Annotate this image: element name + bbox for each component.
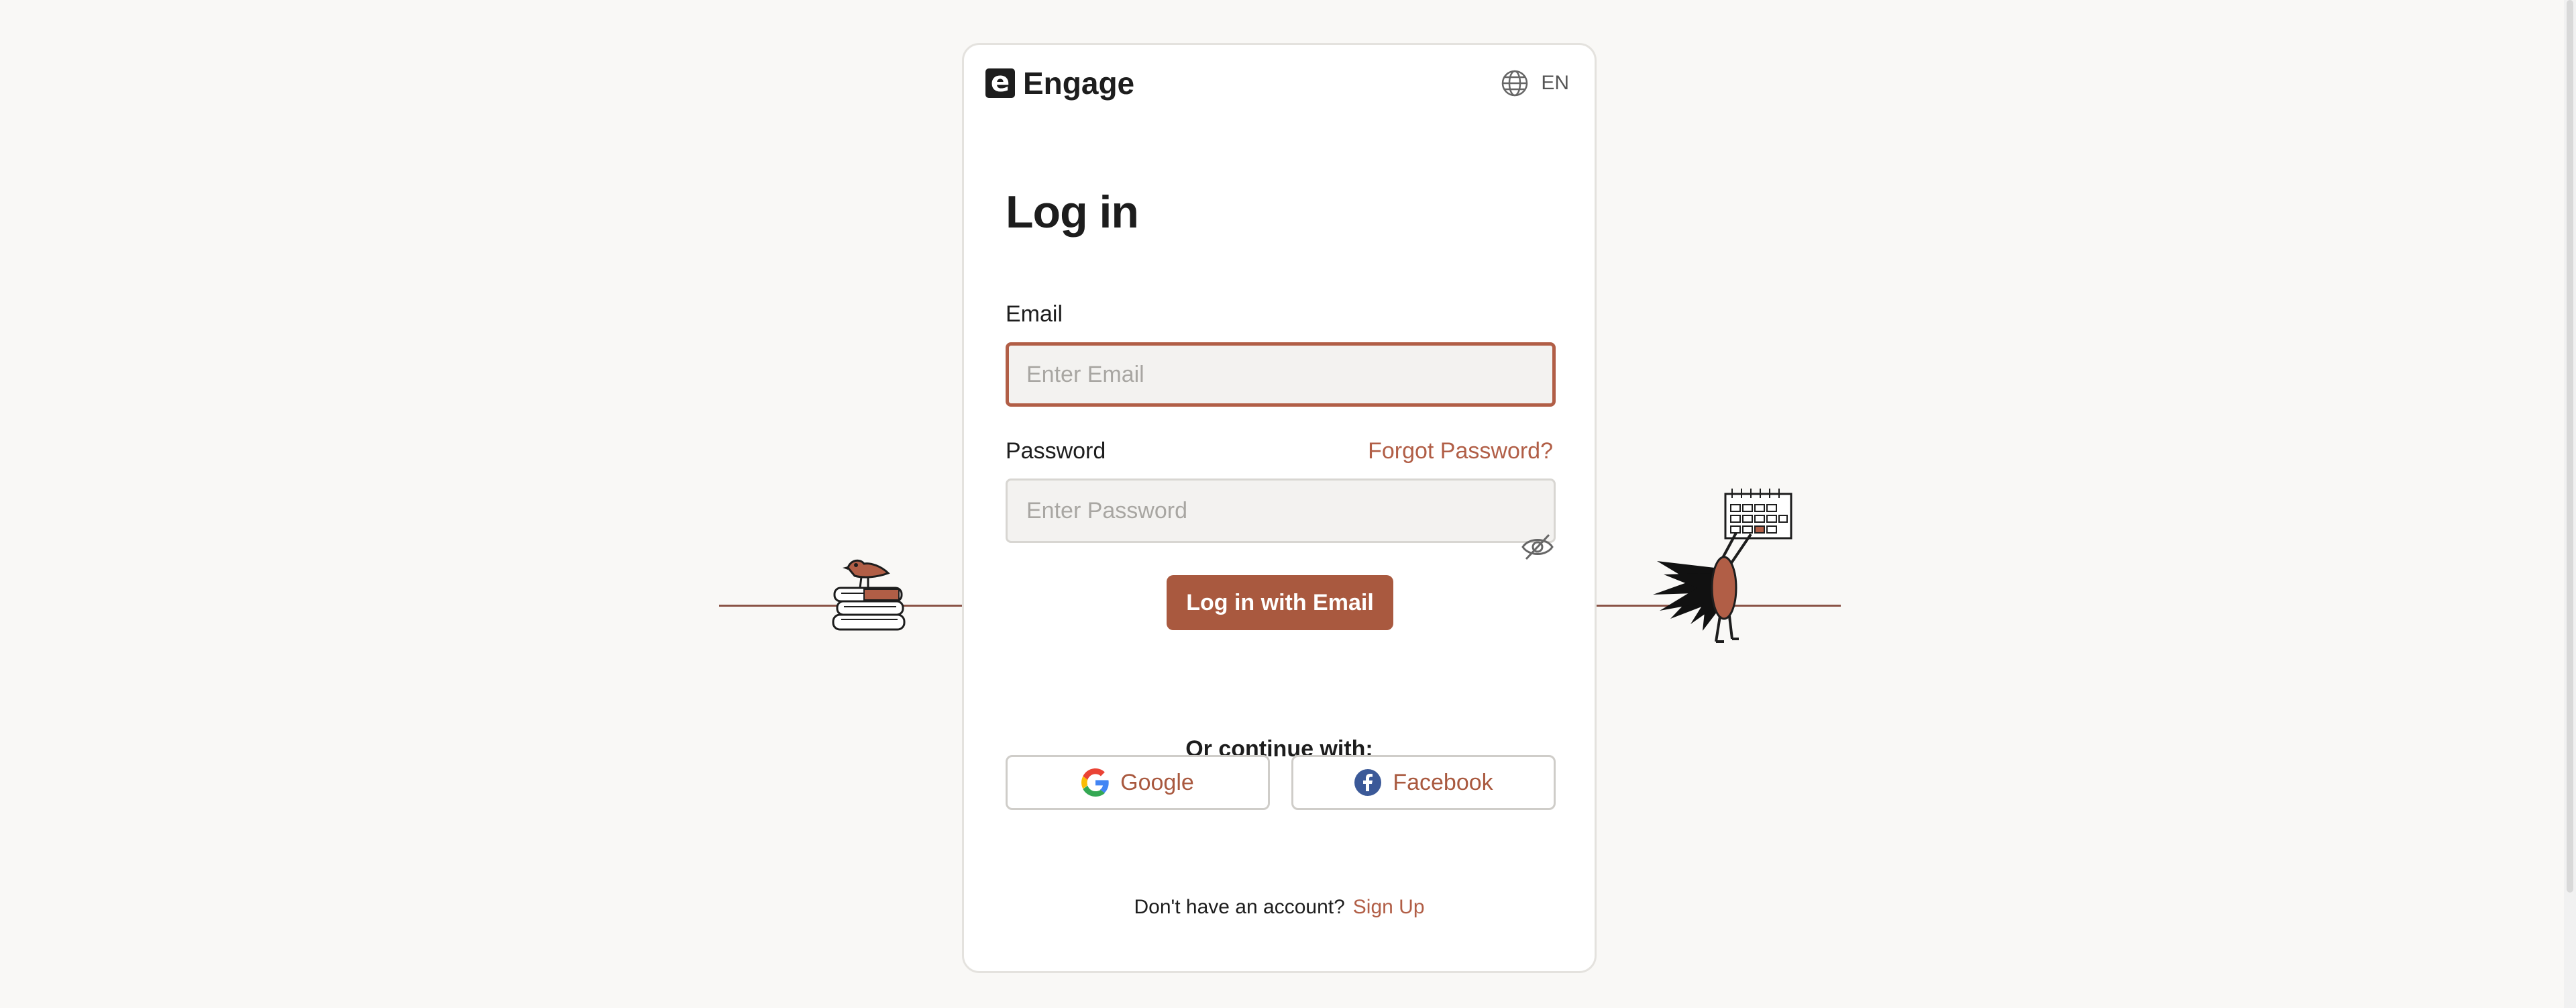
language-selector[interactable]: EN: [1501, 69, 1569, 97]
forgot-password-link[interactable]: Forgot Password?: [1368, 438, 1553, 464]
brand-logo-icon: e: [985, 68, 1015, 98]
signup-prompt-text: Don't have an account?: [1134, 896, 1345, 918]
page-scrollbar[interactable]: [2564, 0, 2576, 1008]
facebook-label: Facebook: [1393, 769, 1493, 795]
bird-on-books-illustration: [832, 559, 906, 631]
facebook-icon: [1354, 769, 1382, 796]
scrollbar-thumb[interactable]: [2567, 0, 2573, 893]
porcupine-calendar-illustration: [1653, 489, 1792, 643]
password-input[interactable]: [1006, 478, 1556, 543]
page-title: Log in: [1006, 187, 1139, 238]
google-login-button[interactable]: Google: [1006, 755, 1270, 810]
login-card: e Engage EN Log in Email Password Forgot…: [962, 43, 1597, 973]
signup-prompt: Don't have an account? Sign Up: [964, 896, 1595, 919]
password-label: Password: [1006, 438, 1106, 464]
google-icon: [1081, 768, 1109, 797]
brand: e Engage: [985, 65, 1134, 101]
email-label: Email: [1006, 301, 1063, 327]
google-label: Google: [1120, 769, 1194, 795]
eye-off-icon[interactable]: [1521, 532, 1554, 562]
sign-up-link[interactable]: Sign Up: [1353, 896, 1425, 918]
login-with-email-button[interactable]: Log in with Email: [1167, 575, 1393, 630]
facebook-login-button[interactable]: Facebook: [1291, 755, 1556, 810]
email-input[interactable]: [1006, 342, 1556, 407]
globe-icon: [1502, 70, 1528, 97]
brand-name: Engage: [1023, 66, 1135, 101]
language-code: EN: [1541, 72, 1569, 94]
